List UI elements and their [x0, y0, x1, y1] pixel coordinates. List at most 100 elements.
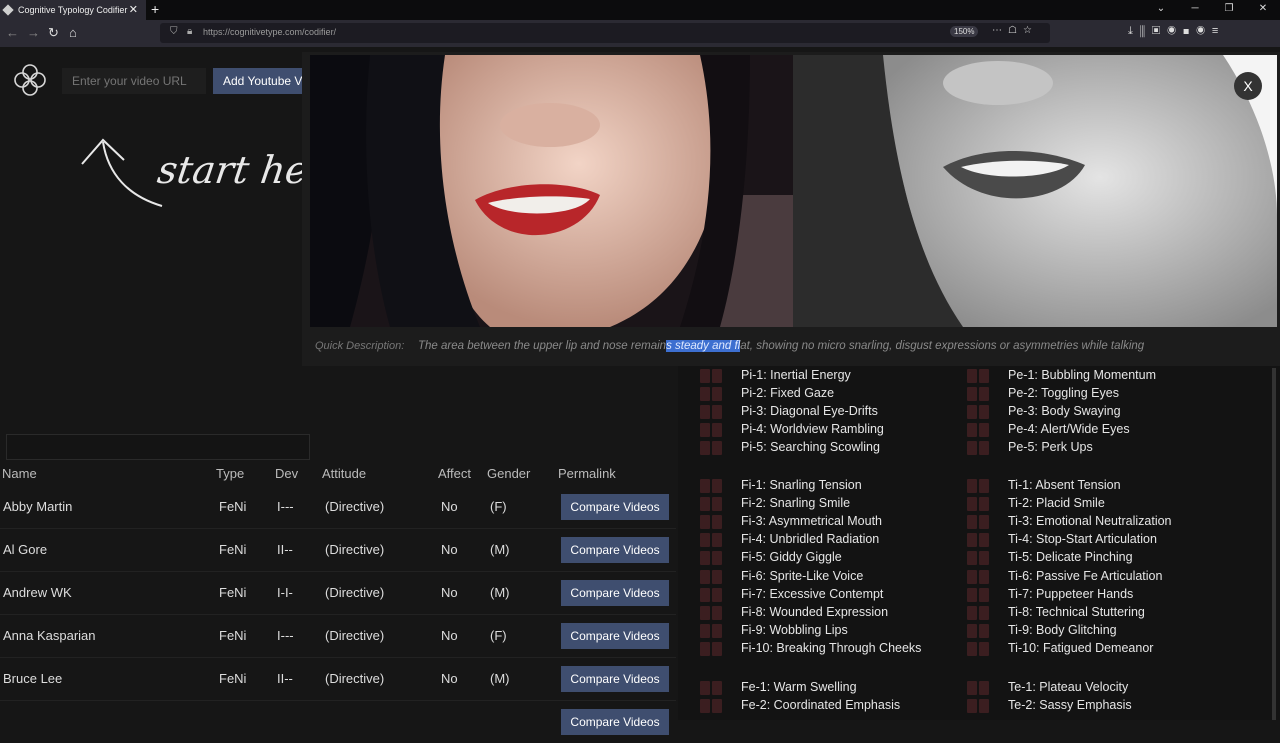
rating-box[interactable] [979, 369, 989, 383]
function-item[interactable]: Fi-8: Wounded Expression [741, 605, 888, 619]
function-item[interactable]: Ti-1: Absent Tension [1008, 478, 1121, 492]
rating-box[interactable] [712, 681, 722, 695]
rating-box[interactable] [967, 641, 977, 656]
rating-box[interactable] [979, 605, 989, 620]
add-youtube-video-button[interactable]: Add Youtube Video [213, 68, 313, 94]
rating-box[interactable] [967, 423, 977, 438]
rating-boxes[interactable] [700, 623, 722, 638]
rating-box[interactable] [700, 605, 710, 620]
rating-box[interactable] [967, 569, 977, 584]
rating-boxes[interactable] [700, 405, 722, 420]
rating-boxes[interactable] [700, 479, 722, 493]
rating-boxes[interactable] [967, 533, 989, 548]
rating-box[interactable] [979, 515, 989, 530]
rating-box[interactable] [700, 533, 710, 548]
video-frame-right[interactable] [793, 55, 1277, 327]
rating-boxes[interactable] [967, 551, 989, 566]
rating-box[interactable] [979, 641, 989, 656]
rating-box[interactable] [979, 551, 989, 566]
compare-videos-button[interactable]: Compare Videos [561, 623, 669, 649]
function-item[interactable]: Ti-7: Puppeteer Hands [1008, 587, 1133, 601]
function-item[interactable]: Pi-2: Fixed Gaze [741, 386, 834, 400]
tab-close-icon[interactable]: ✕ [129, 3, 138, 16]
rating-box[interactable] [967, 551, 977, 566]
rating-box[interactable] [700, 699, 710, 714]
rating-box[interactable] [700, 569, 710, 584]
rating-boxes[interactable] [967, 423, 989, 438]
home-icon[interactable]: ⌂ [69, 25, 77, 40]
function-item[interactable]: Pi-5: Searching Scowling [741, 440, 880, 454]
function-item[interactable]: Ti-2: Placid Smile [1008, 496, 1105, 510]
function-item[interactable]: Fi-5: Giddy Giggle [741, 550, 842, 564]
rating-box[interactable] [712, 369, 722, 383]
window-close-icon[interactable]: ✕ [1246, 0, 1280, 20]
rating-box[interactable] [700, 441, 710, 456]
rating-boxes[interactable] [700, 423, 722, 438]
rating-box[interactable] [712, 405, 722, 420]
function-item[interactable]: Pi-3: Diagonal Eye-Drifts [741, 404, 878, 418]
header-type[interactable]: Type [216, 466, 244, 481]
address-bar[interactable]: ⛉ 🔒︎ https://cognitivetype.com/codifier/… [160, 23, 1050, 43]
rating-box[interactable] [979, 681, 989, 695]
rating-box[interactable] [967, 681, 977, 695]
rating-box[interactable] [979, 441, 989, 456]
function-item[interactable]: Te-2: Sassy Emphasis [1008, 698, 1132, 712]
function-item[interactable]: Fi-10: Breaking Through Cheeks [741, 641, 921, 655]
close-overlay-button[interactable]: X [1234, 72, 1262, 100]
rating-box[interactable] [967, 405, 977, 420]
compare-videos-button[interactable]: Compare Videos [561, 709, 669, 735]
header-gender[interactable]: Gender [487, 466, 530, 481]
header-dev[interactable]: Dev [275, 466, 298, 481]
function-item[interactable]: Ti-3: Emotional Neutralization [1008, 514, 1172, 528]
rating-boxes[interactable] [967, 623, 989, 638]
header-attitude[interactable]: Attitude [322, 466, 366, 481]
function-item[interactable]: Ti-5: Delicate Pinching [1008, 550, 1133, 564]
function-item[interactable]: Pe-1: Bubbling Momentum [1008, 368, 1156, 382]
rating-box[interactable] [967, 479, 977, 493]
rating-box[interactable] [700, 369, 710, 383]
new-tab-button[interactable]: + [151, 1, 159, 17]
zoom-level[interactable]: 150% [950, 26, 979, 37]
function-item[interactable]: Pi-4: Worldview Rambling [741, 422, 884, 436]
rating-box[interactable] [967, 369, 977, 383]
rating-box[interactable] [967, 533, 977, 548]
forward-icon[interactable]: → [27, 25, 40, 40]
function-item[interactable]: Pe-2: Toggling Eyes [1008, 386, 1119, 400]
rating-boxes[interactable] [700, 533, 722, 548]
scrollbar[interactable] [1272, 368, 1276, 720]
rating-box[interactable] [979, 699, 989, 714]
rating-box[interactable] [979, 387, 989, 402]
rating-boxes[interactable] [700, 641, 722, 656]
function-item[interactable]: Fi-3: Asymmetrical Mouth [741, 514, 882, 528]
header-affect[interactable]: Affect [438, 466, 471, 481]
function-item[interactable]: Fe-1: Warm Swelling [741, 680, 857, 694]
rating-boxes[interactable] [967, 569, 989, 584]
rating-box[interactable] [712, 587, 722, 602]
rating-box[interactable] [700, 497, 710, 512]
rating-boxes[interactable] [967, 387, 989, 402]
rating-box[interactable] [979, 569, 989, 584]
rating-boxes[interactable] [700, 587, 722, 602]
rating-box[interactable] [700, 387, 710, 402]
rating-boxes[interactable] [700, 551, 722, 566]
rating-box[interactable] [700, 681, 710, 695]
function-item[interactable]: Fi-7: Excessive Contempt [741, 587, 883, 601]
function-item[interactable]: Pi-1: Inertial Energy [741, 368, 851, 382]
rating-box[interactable] [979, 405, 989, 420]
rating-box[interactable] [712, 699, 722, 714]
rating-box[interactable] [979, 623, 989, 638]
rating-box[interactable] [967, 515, 977, 530]
minimize-icon[interactable]: ─ [1178, 0, 1212, 20]
rating-boxes[interactable] [700, 387, 722, 402]
rating-boxes[interactable] [967, 479, 989, 493]
function-item[interactable]: Ti-9: Body Glitching [1008, 623, 1117, 637]
rating-box[interactable] [967, 387, 977, 402]
function-item[interactable]: Ti-4: Stop-Start Articulation [1008, 532, 1157, 546]
header-name[interactable]: Name [2, 466, 37, 481]
rating-box[interactable] [712, 515, 722, 530]
function-item[interactable]: Fi-9: Wobbling Lips [741, 623, 848, 637]
rating-box[interactable] [967, 605, 977, 620]
compare-videos-button[interactable]: Compare Videos [561, 666, 669, 692]
rating-boxes[interactable] [700, 681, 722, 695]
rating-box[interactable] [712, 423, 722, 438]
